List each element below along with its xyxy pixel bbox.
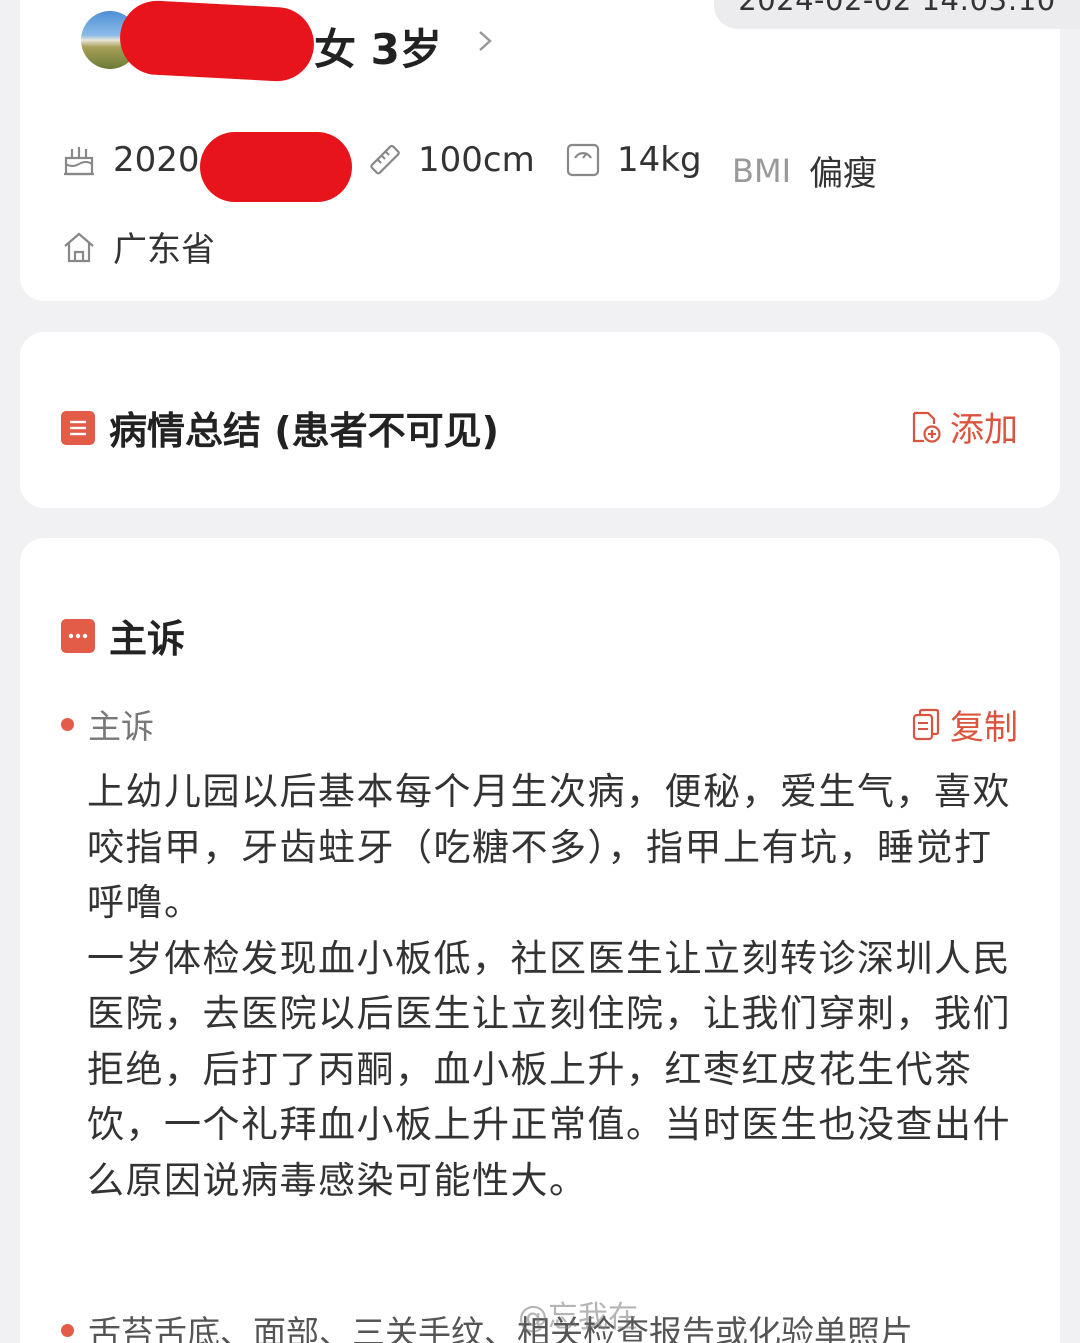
height-field: 100cm	[366, 140, 535, 180]
weight-text: 14kg	[617, 140, 702, 180]
height-text: 100cm	[418, 140, 535, 180]
copy-icon	[912, 708, 940, 740]
patient-record-page: 2024-02-02 14:03:10 女 3岁 2020-	[0, 0, 1080, 1343]
add-note-icon	[912, 411, 941, 443]
add-button[interactable]: 添加	[910, 402, 1018, 451]
complaint-section-title: 主诉	[109, 617, 186, 661]
scale-icon	[566, 143, 600, 177]
complaint-paragraph: 一岁体检发现血小板低，社区医生让立刻转诊深圳人民医院，去医院以后医生让立刻住院，…	[87, 936, 1011, 1202]
copy-label: 复制	[950, 708, 1018, 748]
gender-age: 女 3岁	[314, 25, 442, 74]
bullet-dot	[61, 1323, 74, 1337]
copy-button[interactable]: 复制	[910, 700, 1018, 749]
photos-field-label: 舌苔舌底、面部、三关手纹、相关检查报告或化验单照片	[61, 1306, 913, 1343]
summary-card: 病情总结 (患者不可见) 添加	[20, 332, 1060, 508]
ruler-icon	[370, 144, 400, 175]
complaint-label-text: 主诉	[88, 707, 154, 746]
complaint-card: 主诉 主诉 复制 上幼儿园以后基本每个月生次病，便秘，爱生气，喜欢咬指甲，牙齿蛀…	[20, 538, 1060, 1343]
chevron-right-icon[interactable]	[474, 26, 496, 56]
home-icon	[64, 232, 94, 262]
complaint-field-label: 主诉	[61, 700, 154, 748]
timestamp: 2024-02-02 14:03:10	[714, 0, 1080, 29]
summary-title: 病情总结 (患者不可见)	[109, 409, 499, 453]
birthdate-field: 2020-	[61, 140, 212, 180]
name-redaction	[118, 0, 316, 84]
location-text: 广东省	[113, 230, 215, 270]
watermark-text: @忘我在	[518, 1300, 638, 1335]
summary-header: 病情总结 (患者不可见)	[61, 400, 499, 455]
weight-field: 14kg	[565, 140, 702, 180]
cake-icon	[64, 147, 94, 176]
complaint-text: 上幼儿园以后基本每个月生次病，便秘，爱生气，喜欢咬指甲，牙齿蛀牙（吃糖不多），指…	[87, 764, 1017, 1208]
bmi-label: BMI	[732, 151, 791, 190]
photos-label-text: 舌苔舌底、面部、三关手纹、相关检查报告或化验单照片	[88, 1313, 913, 1343]
bullet-dot	[61, 717, 74, 731]
bmi-value: 偏瘦	[809, 154, 877, 194]
chat-bubble-icon	[61, 618, 95, 653]
birthdate-redaction	[200, 132, 352, 202]
location-field: 广东省	[61, 222, 215, 271]
add-label: 添加	[950, 410, 1018, 450]
birthdate-text: 2020-	[113, 140, 212, 180]
document-icon	[61, 410, 95, 445]
complaint-header: 主诉	[61, 608, 185, 663]
bmi-field: BMI 偏瘦	[732, 146, 877, 195]
patient-info-card: 2024-02-02 14:03:10 女 3岁 2020-	[20, 0, 1080, 301]
complaint-paragraph: 上幼儿园以后基本每个月生次病，便秘，爱生气，喜欢咬指甲，牙齿蛀牙（吃糖不多），指…	[87, 770, 1011, 924]
watermark: @忘我在	[518, 1292, 638, 1336]
